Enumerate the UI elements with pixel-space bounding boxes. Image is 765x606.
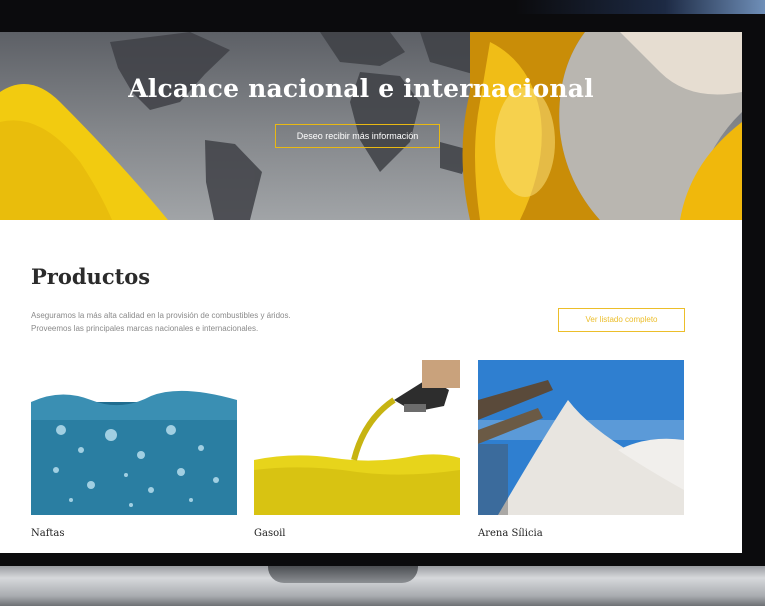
silica-sand-pile-image[interactable] [478,360,684,515]
product-card-naftas[interactable]: Naftas [31,360,237,539]
laptop-screen: Alcance nacional e internacional Deseo r… [0,32,742,553]
product-name-gasoil[interactable]: Gasoil [254,528,460,539]
product-card-arena-silicia[interactable]: Arena Sílicia [478,360,684,539]
product-card-gasoil[interactable]: Gasoil [254,360,460,539]
products-description: Aseguramos la más alta calidad en la pro… [31,309,361,335]
water-bubbles-image[interactable] [31,360,237,515]
product-name-naftas[interactable]: Naftas [31,528,237,539]
fuel-nozzle-image[interactable] [254,360,460,515]
products-heading: Productos [31,264,151,289]
product-name-arena-silicia[interactable]: Arena Sílicia [478,528,684,539]
hero-banner: Alcance nacional e internacional Deseo r… [0,32,742,220]
hero-title: Alcance nacional e internacional [128,74,594,103]
laptop-notch [268,566,418,583]
more-info-button[interactable]: Deseo recibir más información [275,124,440,148]
laptop-frame: Alcance nacional e internacional Deseo r… [0,0,765,606]
products-description-line: Proveemos las principales marcas naciona… [31,324,259,333]
view-full-list-button[interactable]: Ver listado completo [558,308,685,332]
background-corner [515,0,765,14]
products-description-line: Aseguramos la más alta calidad en la pro… [31,311,291,320]
